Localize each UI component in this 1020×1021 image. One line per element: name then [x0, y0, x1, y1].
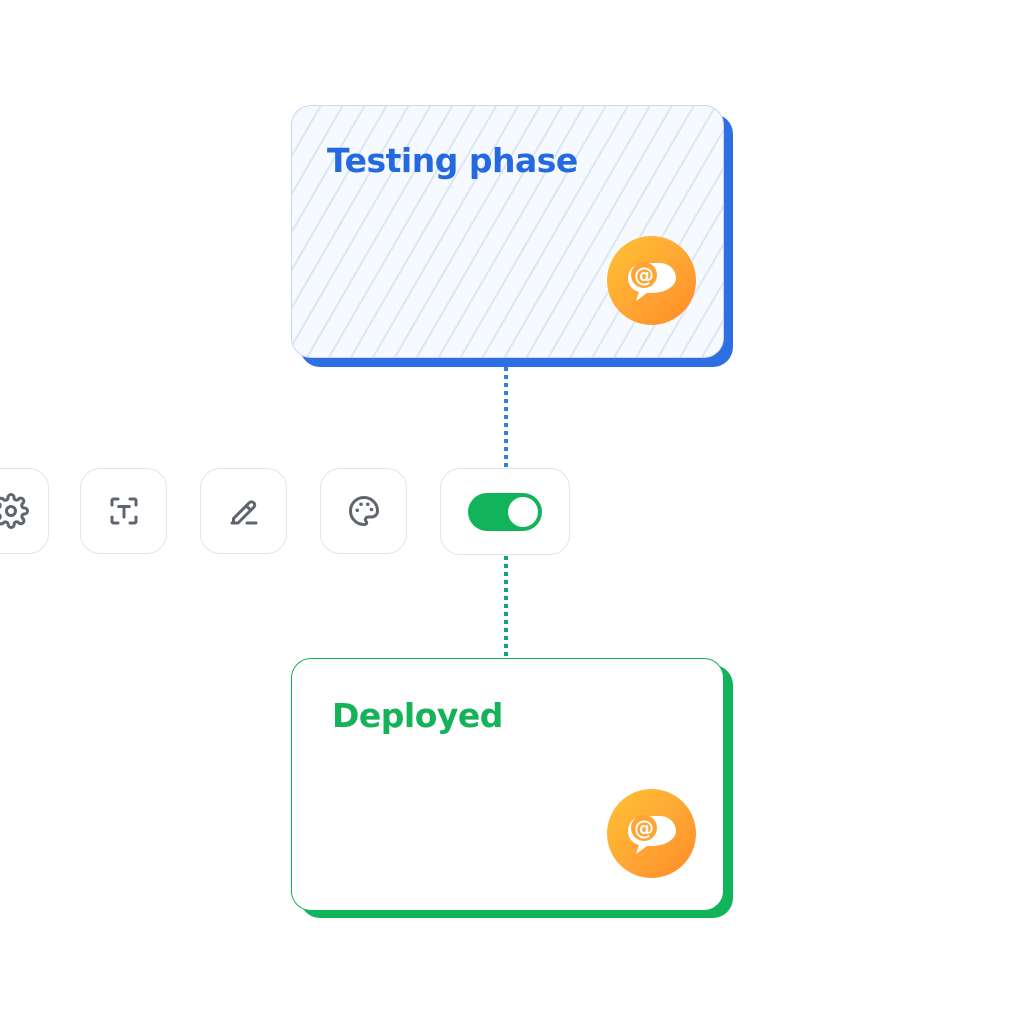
- chat-mention-icon[interactable]: @: [607, 236, 696, 325]
- node-card-testing-phase[interactable]: Testing phase @: [291, 105, 724, 358]
- gear-icon: [0, 493, 29, 529]
- pencil-icon: [230, 500, 257, 525]
- chat-bubble-icon: @: [627, 814, 676, 854]
- svg-text:@: @: [634, 263, 654, 287]
- node-card-deployed[interactable]: Deployed @: [291, 658, 724, 911]
- palette-icon: [348, 496, 379, 526]
- edit-button[interactable]: [200, 468, 287, 554]
- text-tool-button[interactable]: [80, 468, 167, 554]
- connector-line-top: [504, 367, 508, 468]
- connector-line-bottom: [504, 556, 508, 658]
- chat-bubble-icon: @: [627, 261, 676, 301]
- text-frame-icon: [110, 497, 137, 525]
- node-title: Testing phase: [327, 141, 578, 180]
- chat-mention-icon[interactable]: @: [607, 789, 696, 878]
- svg-text:@: @: [634, 816, 654, 840]
- settings-button[interactable]: [0, 468, 49, 554]
- toggle-switch[interactable]: [468, 492, 542, 531]
- color-palette-button[interactable]: [320, 468, 407, 554]
- toggle-knob: [508, 496, 538, 527]
- node-title: Deployed: [332, 696, 503, 735]
- toggle-button[interactable]: [440, 468, 570, 555]
